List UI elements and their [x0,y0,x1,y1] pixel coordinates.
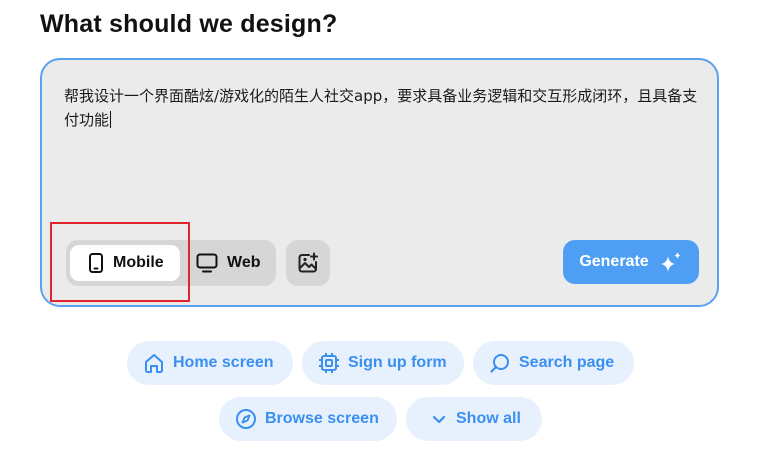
sparkle-icon [659,251,683,273]
compass-icon [235,408,257,430]
prompt-container: 帮我设计一个界面酷炫/游戏化的陌生人社交app，要求具备业务逻辑和交互形成闭环，… [40,58,719,307]
generate-label: Generate [579,253,649,270]
prompt-text-value: 帮我设计一个界面酷炫/游戏化的陌生人社交app，要求具备业务逻辑和交互形成闭环，… [64,87,698,129]
design-page: What should we design? 帮我设计一个界面酷炫/游戏化的陌生… [0,0,759,457]
add-image-button[interactable] [286,240,330,286]
home-icon [143,352,165,374]
suggestion-browse-screen[interactable]: Browse screen [219,397,397,441]
suggestion-label: Show all [456,410,521,427]
suggestion-label: Home screen [173,354,274,371]
suggestion-home-screen[interactable]: Home screen [127,341,293,385]
suggestion-label: Browse screen [265,410,379,427]
form-icon [318,352,340,374]
suggestion-label: Sign up form [348,354,447,371]
text-caret [110,111,112,128]
mobile-option-button[interactable]: Mobile [70,245,180,281]
suggestion-sign-up-form[interactable]: Sign up form [302,341,464,385]
chevron-down-icon [430,410,448,428]
suggestion-show-all[interactable]: Show all [406,397,542,441]
prompt-textarea[interactable]: 帮我设计一个界面酷炫/游戏化的陌生人社交app，要求具备业务逻辑和交互形成闭环，… [64,84,704,132]
web-option-label: Web [227,254,261,271]
mobile-option-label: Mobile [113,254,164,271]
web-option-button[interactable]: Web [194,245,272,281]
search-icon [489,352,511,374]
generate-button[interactable]: Generate [563,240,699,284]
page-title: What should we design? [40,10,338,38]
phone-icon [88,253,104,273]
suggestion-search-page[interactable]: Search page [473,341,634,385]
image-add-icon [297,252,319,274]
device-toggle: Mobile Web [66,240,276,286]
suggestion-label: Search page [519,354,615,371]
monitor-icon [196,253,218,273]
